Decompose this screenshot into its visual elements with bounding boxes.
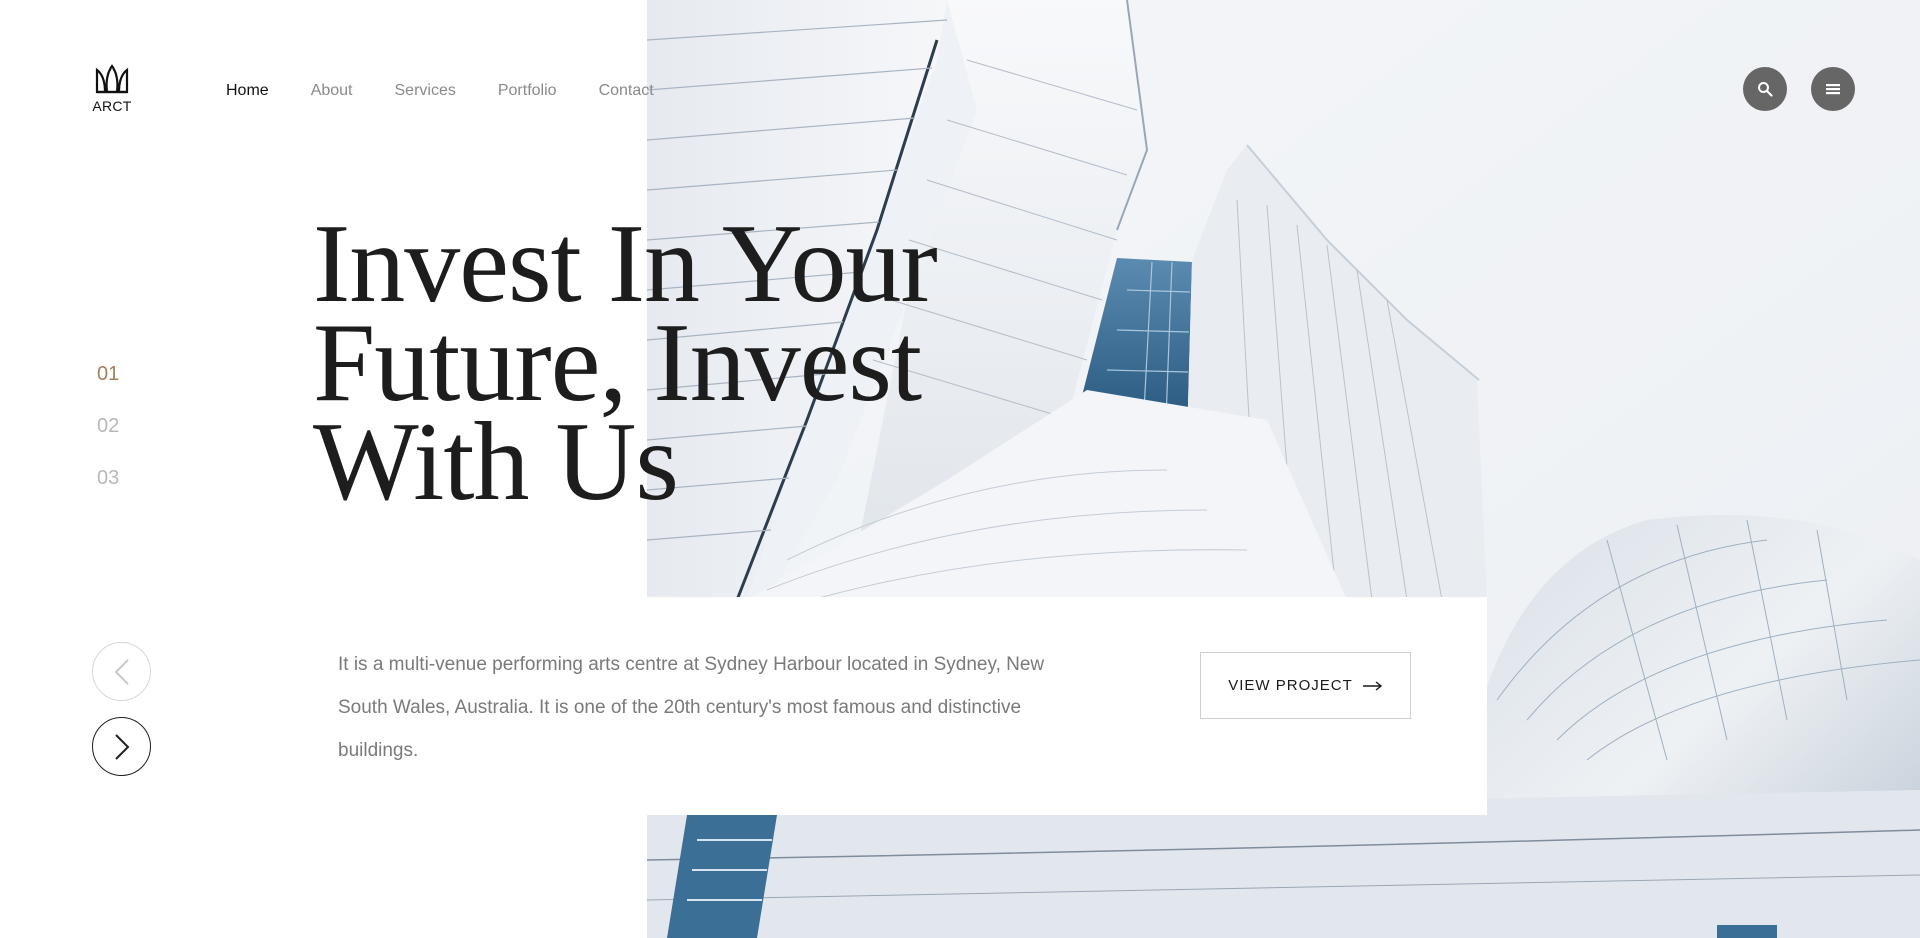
hero-description: It is a multi-venue performing arts cent…	[338, 654, 1045, 761]
chevron-right-icon	[114, 733, 129, 760]
search-icon	[1758, 82, 1773, 97]
headline-line-2: Future, Invest	[313, 301, 922, 425]
nav-item-about[interactable]: About	[311, 82, 353, 100]
view-project-label: VIEW PROJECT	[1228, 677, 1353, 694]
logo[interactable]: ARCT	[92, 64, 132, 114]
hero-headline: Invest In Your Future, Invest With Us	[313, 202, 938, 524]
nav-item-home[interactable]: Home	[226, 82, 269, 100]
chevron-left-icon	[114, 658, 129, 685]
nav-item-contact[interactable]: Contact	[599, 82, 654, 100]
slide-number-1[interactable]: 01	[97, 363, 119, 415]
prev-slide-button[interactable]	[92, 642, 151, 701]
menu-button[interactable]	[1811, 67, 1855, 111]
slide-number-3[interactable]: 03	[97, 467, 119, 519]
slide-pagination: 01 02 03	[97, 363, 119, 519]
search-button[interactable]	[1743, 67, 1787, 111]
view-project-button[interactable]: VIEW PROJECT	[1200, 652, 1411, 719]
main-nav: Home About Services Portfolio Contact	[226, 82, 654, 100]
slide-number-2[interactable]: 02	[97, 415, 119, 467]
arrow-right-icon	[1362, 680, 1382, 691]
nav-item-portfolio[interactable]: Portfolio	[498, 82, 557, 100]
logo-text: ARCT	[92, 98, 132, 114]
menu-icon	[1826, 84, 1840, 95]
nav-item-services[interactable]: Services	[395, 82, 456, 100]
logo-leaf-icon	[95, 64, 129, 94]
headline-line-1: Invest In Your	[313, 202, 938, 326]
headline-line-3: With Us	[313, 400, 679, 524]
next-slide-button[interactable]	[92, 717, 151, 776]
